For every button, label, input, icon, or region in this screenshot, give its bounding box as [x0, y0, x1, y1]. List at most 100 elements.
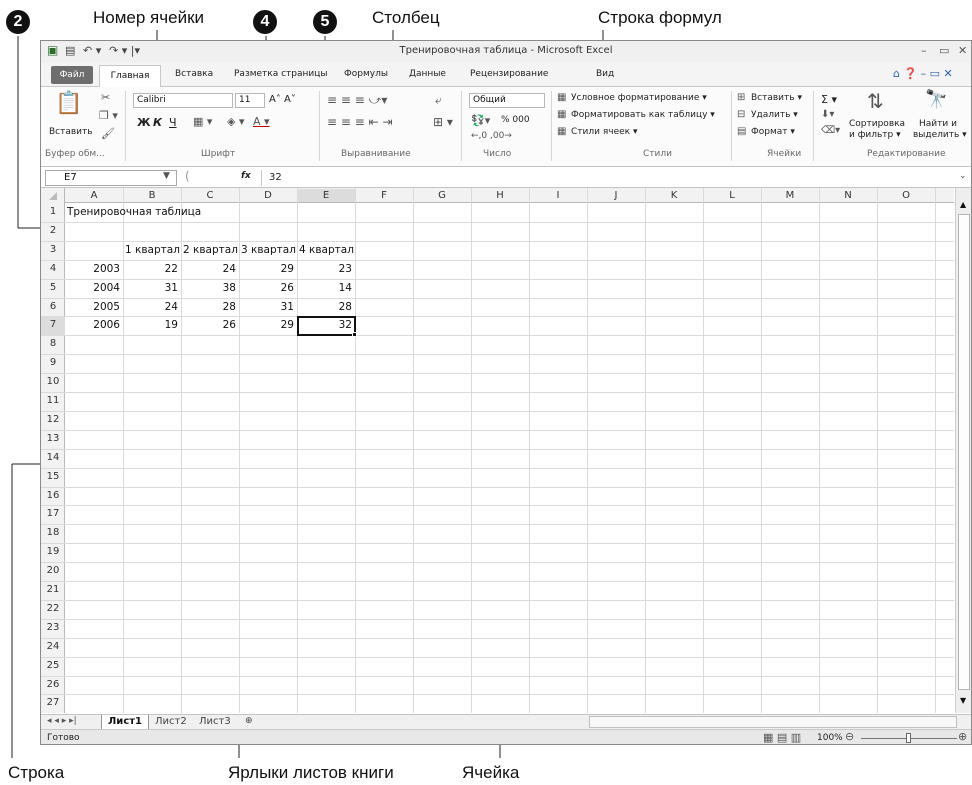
cell-e5[interactable]: 14 [297, 282, 352, 294]
cell-e3[interactable]: 4 квартал [299, 244, 354, 256]
row-header-25[interactable]: 25 [41, 657, 65, 676]
bold-button[interactable]: Ж [137, 116, 150, 129]
cell-c7[interactable]: 26 [181, 319, 236, 331]
row-header-17[interactable]: 17 [41, 505, 65, 524]
tab-insert[interactable]: Вставка [175, 69, 213, 79]
row-header-6[interactable]: 6 [41, 298, 65, 317]
font-color-icon[interactable]: A ▾ [253, 115, 270, 128]
zoom-slider-thumb[interactable] [906, 733, 911, 743]
cell-c4[interactable]: 24 [181, 263, 236, 275]
minimize-button[interactable]: – [921, 44, 927, 57]
tab-data[interactable]: Данные [409, 69, 446, 79]
row-header-16[interactable]: 16 [41, 487, 65, 506]
cell-b5[interactable]: 31 [123, 282, 178, 294]
cell-d4[interactable]: 29 [239, 263, 294, 275]
number-format-select[interactable]: Общий [469, 93, 545, 108]
decimal-icon[interactable]: ←,0 ,00→ [471, 131, 512, 141]
close-button[interactable]: ✕ [958, 44, 967, 57]
name-box-dropdown-icon[interactable]: ▼ [163, 171, 170, 181]
cell-a5[interactable]: 2004 [65, 282, 120, 294]
cell-d5[interactable]: 26 [239, 282, 294, 294]
scroll-thumb[interactable] [958, 214, 970, 690]
align-top-icon[interactable]: ≡ ≡ ≡ ⤻▾ [327, 93, 387, 108]
insert-cells-button[interactable]: Вставить ▾ [751, 93, 802, 103]
column-header-m[interactable]: M [761, 189, 819, 202]
row-header-21[interactable]: 21 [41, 581, 65, 600]
cell-c6[interactable]: 28 [181, 301, 236, 313]
row-header-9[interactable]: 9 [41, 354, 65, 373]
font-size-select[interactable]: 11 [235, 93, 265, 108]
paste-icon[interactable]: 📋 [55, 91, 82, 116]
row-header-26[interactable]: 26 [41, 676, 65, 695]
cell-a1[interactable]: Тренировочная таблица [67, 206, 201, 218]
cell-b7[interactable]: 19 [123, 319, 178, 331]
row-header-18[interactable]: 18 [41, 524, 65, 543]
fill-color-icon[interactable]: ◈ ▾ [227, 115, 244, 128]
column-header-g[interactable]: G [413, 189, 471, 202]
conditional-format-button[interactable]: Условное форматирование ▾ [571, 93, 707, 103]
row-header-12[interactable]: 12 [41, 411, 65, 430]
row-header-24[interactable]: 24 [41, 638, 65, 657]
cell-e4[interactable]: 23 [297, 263, 352, 275]
row-header-8[interactable]: 8 [41, 335, 65, 354]
row-header-14[interactable]: 14 [41, 449, 65, 468]
grow-shrink-font-button[interactable]: A˄ A˅ [269, 94, 296, 105]
underline-button[interactable]: Ч [169, 116, 177, 129]
column-header-l[interactable]: L [703, 189, 761, 202]
cell-a7[interactable]: 2006 [65, 319, 120, 331]
cell-d6[interactable]: 31 [239, 301, 294, 313]
find-select-label-2[interactable]: выделить ▾ [913, 130, 967, 140]
fill-icon[interactable]: ⬇▾ [821, 109, 834, 120]
column-header-f[interactable]: F [355, 189, 413, 202]
tab-formulas[interactable]: Формулы [344, 69, 388, 79]
cell-d3[interactable]: 3 квартал [241, 244, 296, 256]
cut-icon[interactable]: ✂ [101, 91, 110, 104]
row-header-2[interactable]: 2 [41, 222, 65, 241]
merge-icon[interactable]: ⊞ ▾ [433, 115, 453, 129]
insert-function-button[interactable]: fx [241, 171, 251, 181]
column-header-n[interactable]: N [819, 189, 877, 202]
delete-cells-button[interactable]: Удалить ▾ [751, 110, 798, 120]
column-header-i[interactable]: I [529, 189, 587, 202]
row-header-7[interactable]: 7 [41, 316, 65, 336]
scroll-down-icon[interactable]: ▼ [960, 696, 966, 705]
cell-b3[interactable]: 1 квартал [125, 244, 180, 256]
format-painter-icon[interactable]: 🖌 [101, 127, 115, 140]
cell-c5[interactable]: 38 [181, 282, 236, 294]
sheet-nav-buttons[interactable]: ◂ ◂ ▸ ▸| [41, 715, 83, 730]
sheet-tab-3[interactable]: Лист3 [193, 715, 237, 730]
align-left-icon[interactable]: ≡ ≡ ≡ ⇤ ⇥ [327, 115, 393, 129]
cell-e6[interactable]: 28 [297, 301, 352, 313]
cell-b4[interactable]: 22 [123, 263, 178, 275]
cell-a6[interactable]: 2005 [65, 301, 120, 313]
row-header-13[interactable]: 13 [41, 430, 65, 449]
name-box[interactable]: E7 [45, 170, 177, 186]
row-header-15[interactable]: 15 [41, 468, 65, 487]
column-header-e[interactable]: E [297, 189, 355, 202]
percent-button[interactable]: % 000 [501, 115, 530, 125]
expand-formula-icon[interactable]: ⌄ [959, 171, 967, 181]
formula-input[interactable]: 32 [269, 172, 282, 183]
row-header-19[interactable]: 19 [41, 543, 65, 562]
font-name-select[interactable]: Calibri [133, 93, 233, 108]
clear-icon[interactable]: ⌫▾ [821, 125, 840, 136]
horizontal-scrollbar[interactable] [589, 716, 957, 728]
insert-sheet-icon[interactable]: ⊕ [239, 715, 259, 730]
currency-icon[interactable]: 💱▾ [471, 114, 490, 127]
italic-button[interactable]: К [153, 116, 162, 129]
borders-icon[interactable]: ▦ ▾ [193, 115, 212, 128]
tab-home[interactable]: Главная [99, 65, 161, 88]
sort-filter-label-1[interactable]: Сортировка [849, 119, 905, 129]
column-header-j[interactable]: J [587, 189, 645, 202]
worksheet-grid[interactable]: A B C D E F G H I J K L M N O 1 2 3 4 5 6 7 8 9 10 11 12 13 14 15 16 17… [41, 188, 954, 713]
row-header-10[interactable]: 10 [41, 373, 65, 392]
column-header-o[interactable]: O [877, 189, 935, 202]
view-buttons-icon[interactable]: ▦ ▤ ▥ [763, 731, 801, 744]
cell-d7[interactable]: 29 [239, 319, 294, 331]
copy-icon[interactable]: ❐ ▾ [99, 109, 118, 122]
row-header-4[interactable]: 4 [41, 260, 65, 279]
row-header-23[interactable]: 23 [41, 619, 65, 638]
zoom-out-icon[interactable]: ⊖ [845, 730, 854, 743]
column-header-b[interactable]: B [123, 189, 181, 202]
row-header-27[interactable]: 27 [41, 694, 65, 713]
